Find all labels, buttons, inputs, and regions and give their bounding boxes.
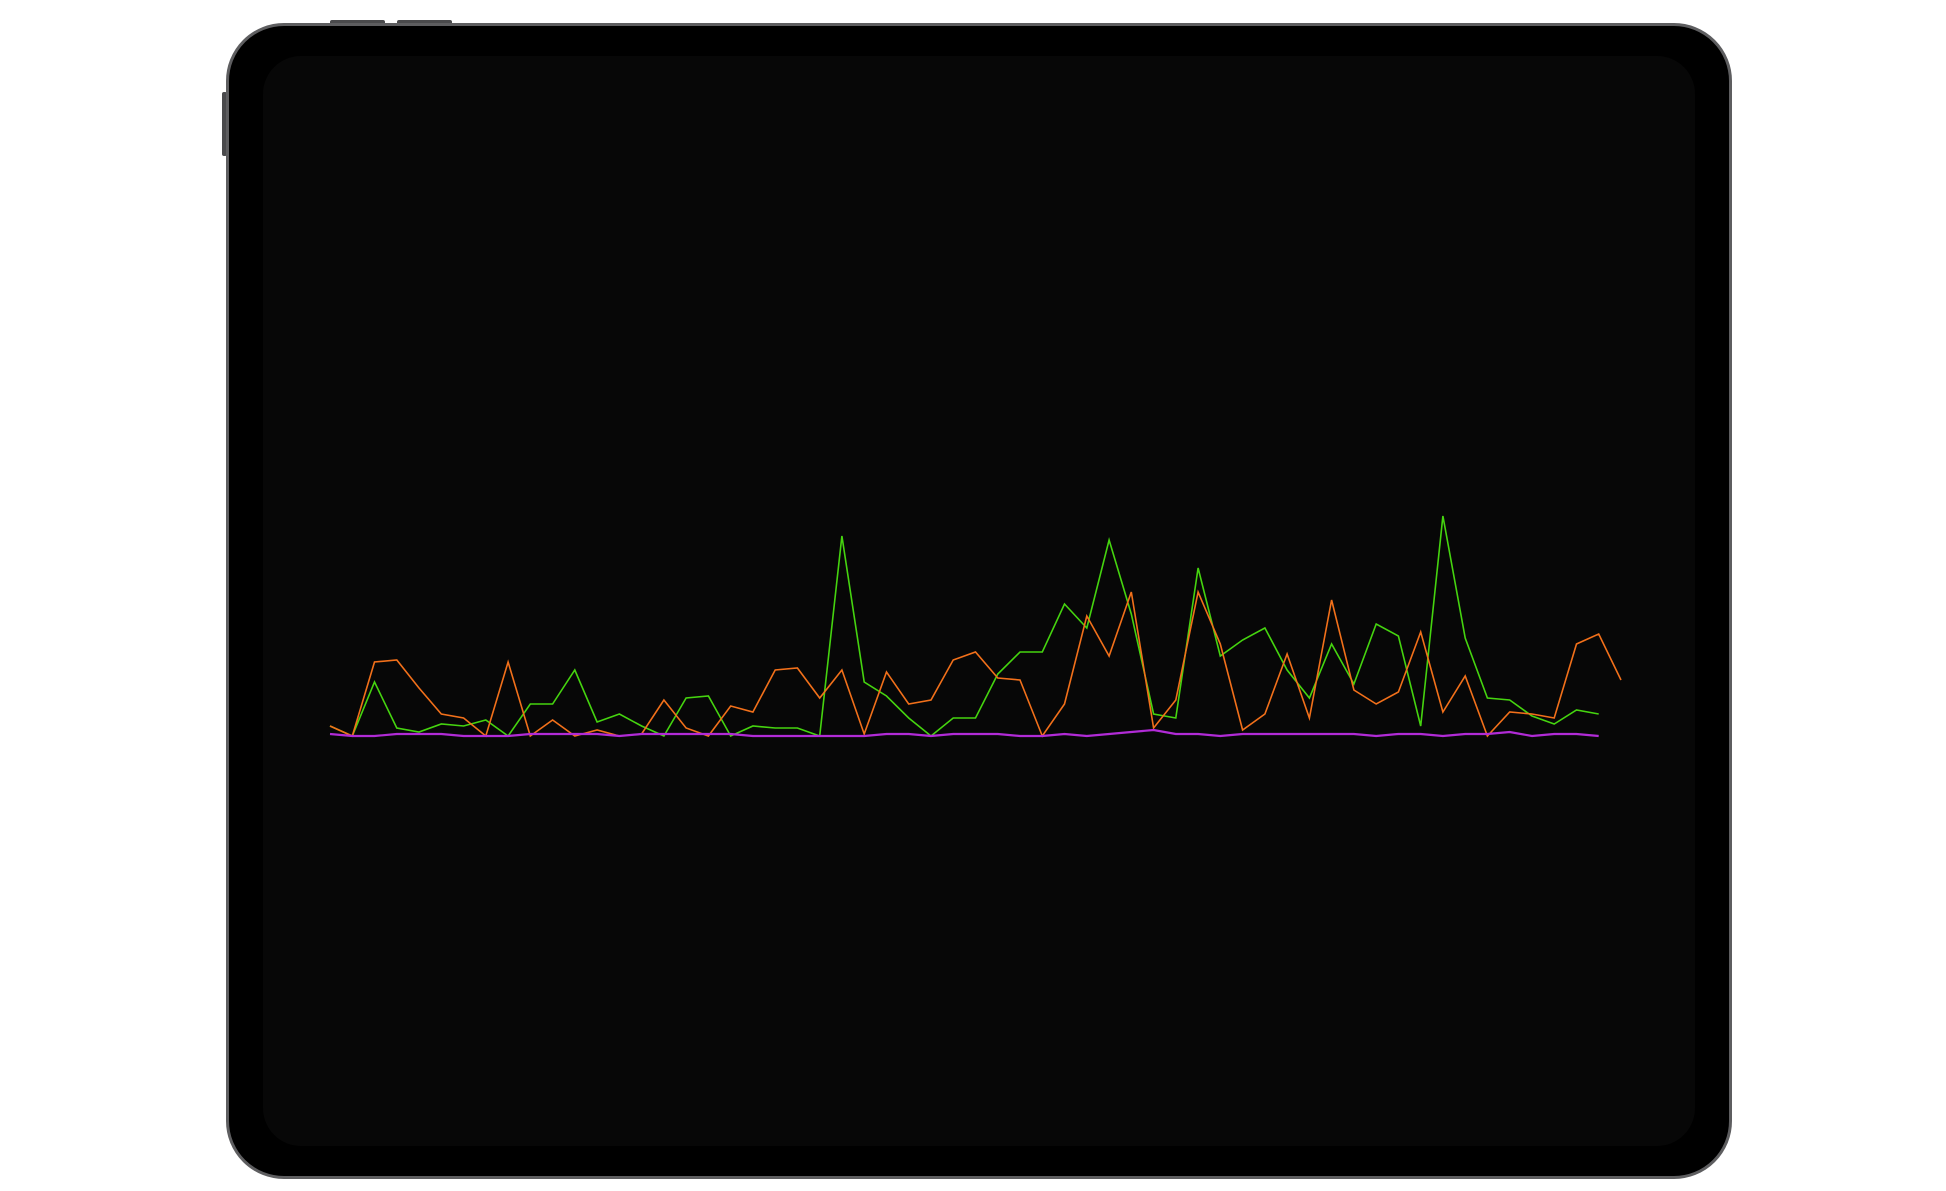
tablet-frame: [226, 23, 1732, 1179]
line-chart: [329, 515, 1622, 738]
series-line-3: [329, 728, 1599, 738]
tablet-screen: [263, 56, 1695, 1146]
